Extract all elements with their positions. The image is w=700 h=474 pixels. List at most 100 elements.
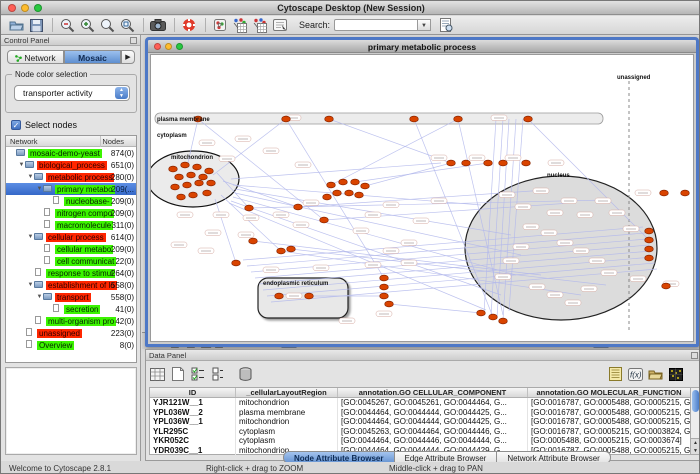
network-node[interactable]: [380, 293, 389, 299]
network-node[interactable]: [171, 184, 180, 190]
zoom-fit-icon[interactable]: [118, 17, 136, 33]
attribute-list-icon[interactable]: [607, 366, 624, 383]
float-data-panel-icon[interactable]: [691, 352, 698, 359]
network-node[interactable]: [195, 180, 204, 186]
network-node[interactable]: [524, 116, 533, 122]
import-attributes-icon[interactable]: [647, 366, 664, 383]
scrollbar-arrows[interactable]: ▲▼: [691, 438, 700, 454]
network-node[interactable]: [333, 190, 342, 196]
network-node[interactable]: [275, 293, 284, 299]
tree-row[interactable]: ▼unassigned223(0): [6, 327, 136, 339]
tree-row[interactable]: ▼transport558(0): [6, 291, 136, 303]
float-panel-icon[interactable]: [130, 37, 137, 44]
network-node[interactable]: [175, 174, 184, 180]
open-file-icon[interactable]: [7, 17, 25, 33]
table-row[interactable]: YLR295Ccytoplasm[GO:0045263, GO:0044464,…: [150, 427, 691, 437]
network-node[interactable]: [323, 194, 332, 200]
network-node[interactable]: [499, 160, 508, 166]
tree-row[interactable]: ▼nitrogen compo209(0): [6, 207, 136, 219]
network-node[interactable]: [522, 160, 531, 166]
snapshot-camera-icon[interactable]: [149, 17, 167, 33]
network-node[interactable]: [447, 160, 456, 166]
network-node[interactable]: [189, 192, 198, 198]
window-titlebar[interactable]: Cytoscape Desktop (New Session): [1, 1, 700, 15]
network-node[interactable]: [205, 168, 214, 174]
zoom-in-icon[interactable]: [78, 17, 96, 33]
network-node[interactable]: [489, 314, 498, 320]
network-node[interactable]: [207, 180, 216, 186]
open-network-icon[interactable]: [211, 17, 229, 33]
network-window-titlebar[interactable]: primary metabolic process: [148, 40, 696, 53]
network-node[interactable]: [645, 246, 654, 252]
network-node[interactable]: [305, 293, 314, 299]
tree-row[interactable]: ▼secretion41(0): [6, 303, 136, 315]
tree-row[interactable]: ▼metabolic process280(0): [6, 171, 136, 183]
network-node[interactable]: [193, 164, 202, 170]
table-scrollbar[interactable]: ▲▼: [690, 387, 700, 455]
tree-row[interactable]: ▼cellular process614(0): [6, 231, 136, 243]
network-node[interactable]: [294, 204, 303, 210]
network-node[interactable]: [282, 116, 291, 122]
attribute-table-icon[interactable]: [149, 366, 166, 383]
network-node[interactable]: [499, 318, 508, 324]
network-node[interactable]: [660, 190, 669, 196]
table-row[interactable]: YJR121W__1mitochondrion[GO:0045267, GO:0…: [150, 398, 691, 408]
network-node[interactable]: [345, 190, 354, 196]
network-node[interactable]: [380, 284, 389, 290]
unselect-attributes-icon[interactable]: [209, 366, 226, 383]
network-node[interactable]: [277, 248, 286, 254]
table-row[interactable]: YPL036W__1mitochondrion[GO:0044464, GO:0…: [150, 417, 691, 427]
formula-icon[interactable]: f(x): [627, 366, 644, 383]
network-node[interactable]: [645, 228, 654, 234]
tree-row[interactable]: ▼nucleobase-209(0): [6, 195, 136, 207]
network-node[interactable]: [484, 160, 493, 166]
network-node[interactable]: [287, 246, 296, 252]
search-dropdown-arrow[interactable]: ▼: [418, 19, 431, 31]
tree-row[interactable]: ▼Overview8(0): [6, 339, 136, 351]
save-icon[interactable]: [27, 17, 45, 33]
network-canvas[interactable]: plasma membranecytoplasmmitochondrionnuc…: [150, 54, 694, 342]
tree-row[interactable]: ▼macromolecule311(0): [6, 219, 136, 231]
network-node[interactable]: [320, 217, 329, 223]
tab-mosaic[interactable]: Mosaic: [64, 50, 121, 64]
table-row[interactable]: YPL036W__2plasma membrane[GO:0044464, GO…: [150, 408, 691, 418]
network-node[interactable]: [380, 275, 389, 281]
network-node[interactable]: [181, 162, 190, 168]
network-node[interactable]: [355, 192, 364, 198]
network-node[interactable]: [645, 237, 654, 243]
table-row[interactable]: YKR052Ccytoplasm[GO:0044464, GO:0044446,…: [150, 436, 691, 446]
tab-network[interactable]: Network: [7, 50, 64, 64]
network-node[interactable]: [454, 116, 463, 122]
enhanced-search-icon[interactable]: [437, 17, 455, 33]
network-node[interactable]: [183, 182, 192, 188]
network-node[interactable]: [187, 172, 196, 178]
attribute-table-header[interactable]: ID _cellularLayoutRegion annotation.GO C…: [150, 388, 691, 398]
tree-row[interactable]: ▼primary metabo209(...: [6, 183, 136, 195]
zoom-selected-icon[interactable]: [98, 17, 116, 33]
network-node[interactable]: [199, 174, 208, 180]
import-edge-attributes-icon[interactable]: [251, 17, 269, 33]
network-node[interactable]: [385, 301, 394, 307]
node-color-combobox[interactable]: transporter activity ▲▼: [14, 85, 130, 101]
network-node[interactable]: [249, 238, 258, 244]
birds-eye-view[interactable]: [5, 367, 137, 455]
network-node[interactable]: [339, 179, 348, 185]
help-lifesaver-icon[interactable]: [180, 17, 198, 33]
network-node[interactable]: [410, 116, 419, 122]
network-node[interactable]: [169, 166, 178, 172]
zoom-out-icon[interactable]: [58, 17, 76, 33]
network-node[interactable]: [462, 160, 471, 166]
network-node[interactable]: [361, 183, 370, 189]
network-node[interactable]: [477, 310, 486, 316]
tree-row[interactable]: ▼cell communicat22(0): [6, 255, 136, 267]
network-node[interactable]: [681, 190, 690, 196]
search-input[interactable]: [334, 19, 418, 31]
tree-row[interactable]: ▼mosaic-demo-yeast874(0): [6, 147, 136, 159]
tree-header[interactable]: Network Nodes: [6, 136, 136, 147]
network-node[interactable]: [645, 255, 654, 261]
network-node[interactable]: [662, 283, 671, 289]
network-node[interactable]: [351, 179, 360, 185]
select-nodes-checkbox[interactable]: ✓: [11, 120, 21, 130]
tree-row[interactable]: ▼multi-organism pro42(0): [6, 315, 136, 327]
tree-row[interactable]: ▼establishment of lo558(0): [6, 279, 136, 291]
